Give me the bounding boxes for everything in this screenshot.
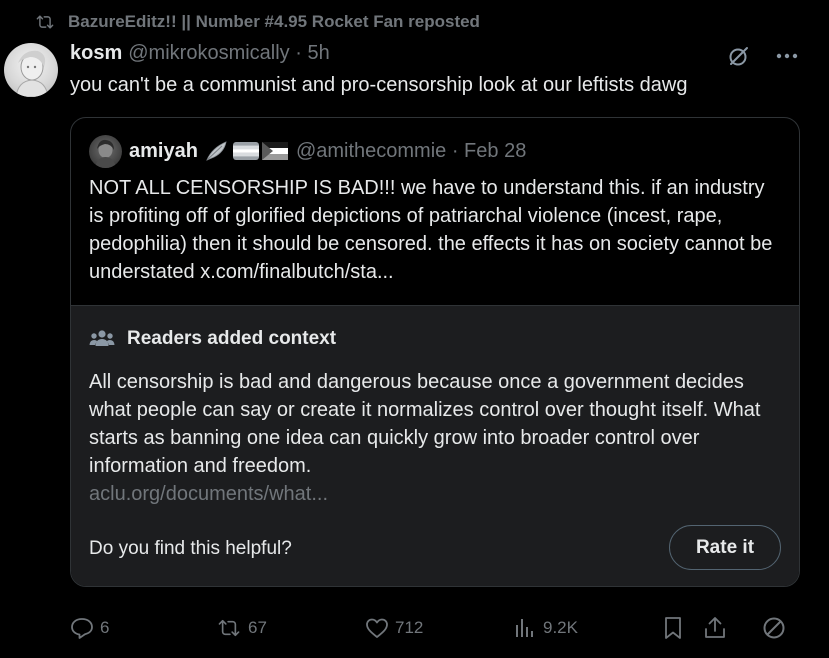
heart-icon: [366, 618, 388, 638]
views-count: 9.2K: [543, 618, 578, 637]
share-icon: [705, 617, 725, 638]
reply-button[interactable]: 6: [70, 614, 109, 642]
reply-count: 6: [100, 618, 110, 637]
more-icon[interactable]: [773, 44, 801, 68]
quote-author-name: amiyah: [129, 139, 198, 162]
repost-icon: [218, 619, 240, 637]
community-note: Readers added context All censorship is …: [71, 305, 799, 586]
author-handle[interactable]: @mikrokosmically · 5h: [128, 42, 329, 65]
palestine-flag-emoji: [261, 142, 288, 160]
rate-it-button[interactable]: Rate it: [669, 525, 781, 570]
quote-text: NOT ALL CENSORSHIP IS BAD!!! we have to …: [89, 177, 773, 283]
trans-flag-emoji: [232, 142, 259, 160]
community-note-link[interactable]: aclu.org/documents/what...: [89, 480, 328, 508]
quoted-post-content[interactable]: amiyah @amithecommie · Feb 28 NOT ALL CE…: [71, 118, 799, 305]
helpful-question: Do you find this helpful?: [89, 538, 292, 559]
repost-count: 67: [248, 618, 267, 637]
grok-icon[interactable]: [725, 44, 753, 68]
reply-icon: [71, 618, 93, 639]
community-note-title: Readers added context: [127, 328, 337, 349]
views-icon: [516, 619, 533, 637]
feather-emoji: [206, 141, 227, 161]
post-header: kosm @mikrokosmically · 5h: [70, 40, 330, 66]
author-name[interactable]: kosm: [70, 42, 122, 65]
repost-text: BazureEditz!! || Number #4.95 Rocket Fan…: [68, 12, 480, 31]
quote-header: amiyah @amithecommie · Feb 28: [129, 138, 526, 164]
action-bar: 6 67 712 9.2K: [70, 614, 800, 642]
bookmark-icon: [665, 617, 681, 639]
bookmark-button[interactable]: [662, 614, 690, 642]
avatar[interactable]: [4, 43, 58, 97]
share-button[interactable]: [704, 614, 732, 642]
name-emojis: [204, 140, 288, 162]
block-button[interactable]: [762, 614, 792, 642]
community-note-header: Readers added context: [89, 326, 336, 352]
quote-avatar: [89, 135, 122, 168]
quote-author-handle: @amithecommie · Feb 28: [295, 139, 527, 162]
block-icon: [763, 617, 785, 639]
repost-icon: [36, 15, 54, 29]
quoted-post[interactable]: amiyah @amithecommie · Feb 28 NOT ALL CE…: [70, 117, 800, 587]
community-note-body: All censorship is bad and dangerous beca…: [89, 371, 761, 477]
like-count: 712: [395, 618, 424, 637]
people-icon: [89, 330, 115, 346]
views-button[interactable]: 9.2K: [513, 614, 578, 642]
header-actions: [725, 44, 801, 68]
like-button[interactable]: 712: [365, 614, 423, 642]
repost-indicator[interactable]: BazureEditz!! || Number #4.95 Rocket Fan…: [36, 11, 480, 33]
post-text: you can't be a communist and pro-censors…: [70, 74, 688, 96]
repost-button[interactable]: 67: [216, 614, 267, 642]
